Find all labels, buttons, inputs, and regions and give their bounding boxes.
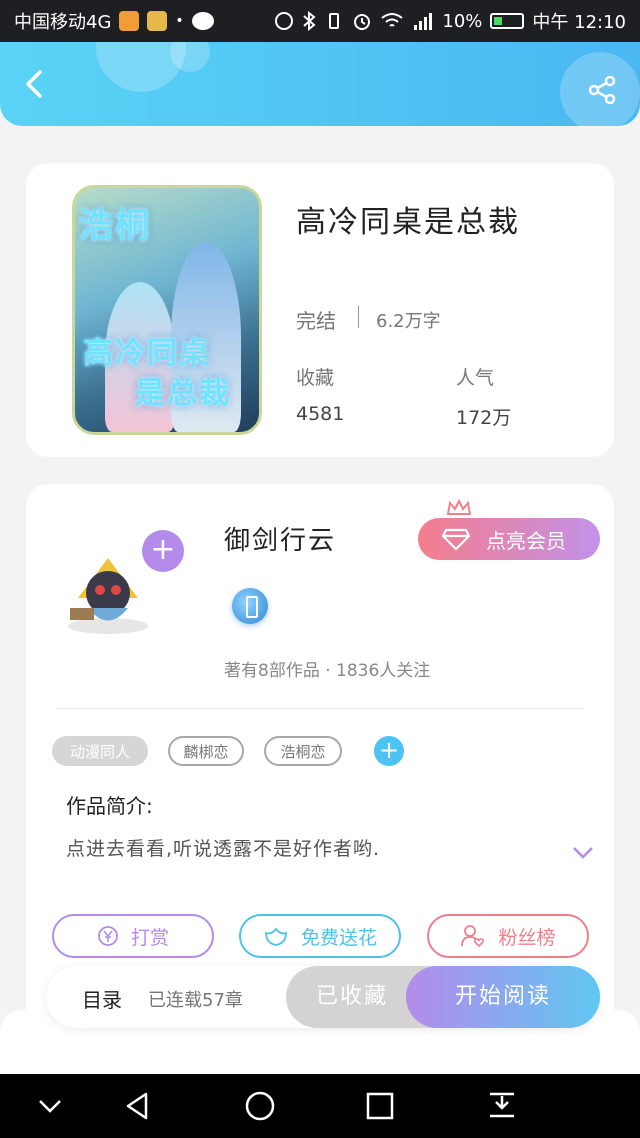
add-tag-button[interactable]: + — [374, 736, 404, 766]
chevron-down-icon[interactable] — [34, 1090, 66, 1122]
header-bar — [0, 42, 640, 126]
nav-recent-icon[interactable] — [364, 1090, 396, 1122]
popularity-count: 172万 — [456, 407, 512, 429]
collect-count: 4581 — [296, 403, 345, 425]
carrier-label: 中国移动4G — [14, 12, 112, 33]
start-reading-button[interactable]: 开始阅读 — [406, 966, 600, 1028]
cover-title-line1: 高冷同桌 — [83, 336, 211, 371]
signal-icon — [414, 13, 433, 30]
message-app-icon — [147, 11, 168, 31]
section-divider — [56, 708, 584, 709]
nav-back-icon[interactable] — [122, 1090, 154, 1122]
video-app-icon — [119, 11, 140, 31]
yen-coin-icon — [98, 926, 118, 946]
author-stats: 著有8部作品 · 1836人关注 — [224, 661, 431, 681]
light-up-vip-button[interactable]: 点亮会员 — [418, 518, 600, 560]
vibrate-icon — [329, 13, 340, 29]
book-status: 完结 — [296, 309, 336, 333]
reward-button[interactable]: 打赏 — [52, 914, 214, 958]
fan-ranking-button[interactable]: 粉丝榜 — [427, 914, 589, 958]
free-flower-button[interactable]: 免费送花 — [239, 914, 401, 958]
flower-label: 免费送花 — [300, 926, 377, 949]
user-heart-icon — [461, 925, 485, 948]
tag-item[interactable]: 动漫同人 — [52, 736, 148, 766]
status-left: 中国移动4G • — [14, 8, 214, 34]
notification-pull-icon[interactable] — [486, 1090, 518, 1122]
notification-dot-icon: • — [175, 13, 184, 29]
tag-item[interactable]: 麟梆恋 — [168, 736, 244, 766]
vip-button-label: 点亮会员 — [486, 528, 566, 553]
battery-icon — [490, 13, 525, 29]
popularity-label: 人气 — [456, 367, 495, 389]
author-name: 御剑行云 — [224, 526, 337, 556]
tag-item[interactable]: 浩桐恋 — [264, 736, 342, 766]
collect-label: 收藏 — [296, 367, 335, 389]
status-bar: 中国移动4G • 10% 中午 12:10 — [0, 0, 640, 42]
chevron-down-icon[interactable] — [572, 846, 594, 860]
book-cover[interactable]: 浩桐 高冷同桌 是总裁 — [72, 185, 262, 435]
table-of-contents-link[interactable]: 目录 — [82, 984, 122, 1013]
reading-action-bar: 目录 已连载57章 已收藏 开始阅读 — [46, 966, 600, 1028]
crown-icon — [446, 498, 472, 515]
cover-title-line2: 是总裁 — [135, 376, 231, 411]
nav-home-icon[interactable] — [244, 1090, 276, 1122]
intro-label: 作品简介: — [66, 794, 153, 818]
author-card: + 御剑行云 点亮会员 著有8部作品 · 1836人关注 动漫同人 麟梆恋 浩桐… — [26, 484, 614, 1044]
back-arrow-icon[interactable] — [18, 66, 54, 102]
alarm-icon — [354, 14, 371, 30]
cover-title-top: 浩桐 — [79, 206, 151, 246]
follow-author-button[interactable]: + — [142, 530, 184, 572]
status-divider — [358, 306, 359, 328]
author-badge-icon[interactable] — [232, 588, 268, 624]
book-title: 高冷同桌是总裁 — [296, 205, 520, 240]
diamond-icon — [442, 528, 470, 550]
status-right: 10% 中午 12:10 — [274, 8, 626, 34]
share-icon[interactable] — [586, 74, 618, 106]
book-word-count: 6.2万字 — [376, 311, 441, 332]
flower-icon — [265, 927, 287, 946]
nfc-icon — [275, 12, 294, 30]
wifi-icon — [381, 13, 403, 27]
serial-chapters: 已连载57章 — [148, 990, 243, 1011]
system-nav-bar — [0, 1074, 640, 1138]
battery-percent: 10% — [442, 10, 483, 32]
bluetooth-icon — [303, 11, 316, 31]
intro-text: 点进去看看,听说透露不是好作者哟. — [66, 838, 381, 860]
book-info-card: 浩桐 高冷同桌 是总裁 高冷同桌是总裁 完结 6.2万字 收藏 人气 4581 … — [26, 163, 614, 457]
clock: 中午 12:10 — [532, 12, 626, 33]
chat-bubble-icon — [191, 12, 214, 30]
fans-label: 粉丝榜 — [498, 926, 556, 949]
reward-label: 打赏 — [130, 926, 169, 949]
